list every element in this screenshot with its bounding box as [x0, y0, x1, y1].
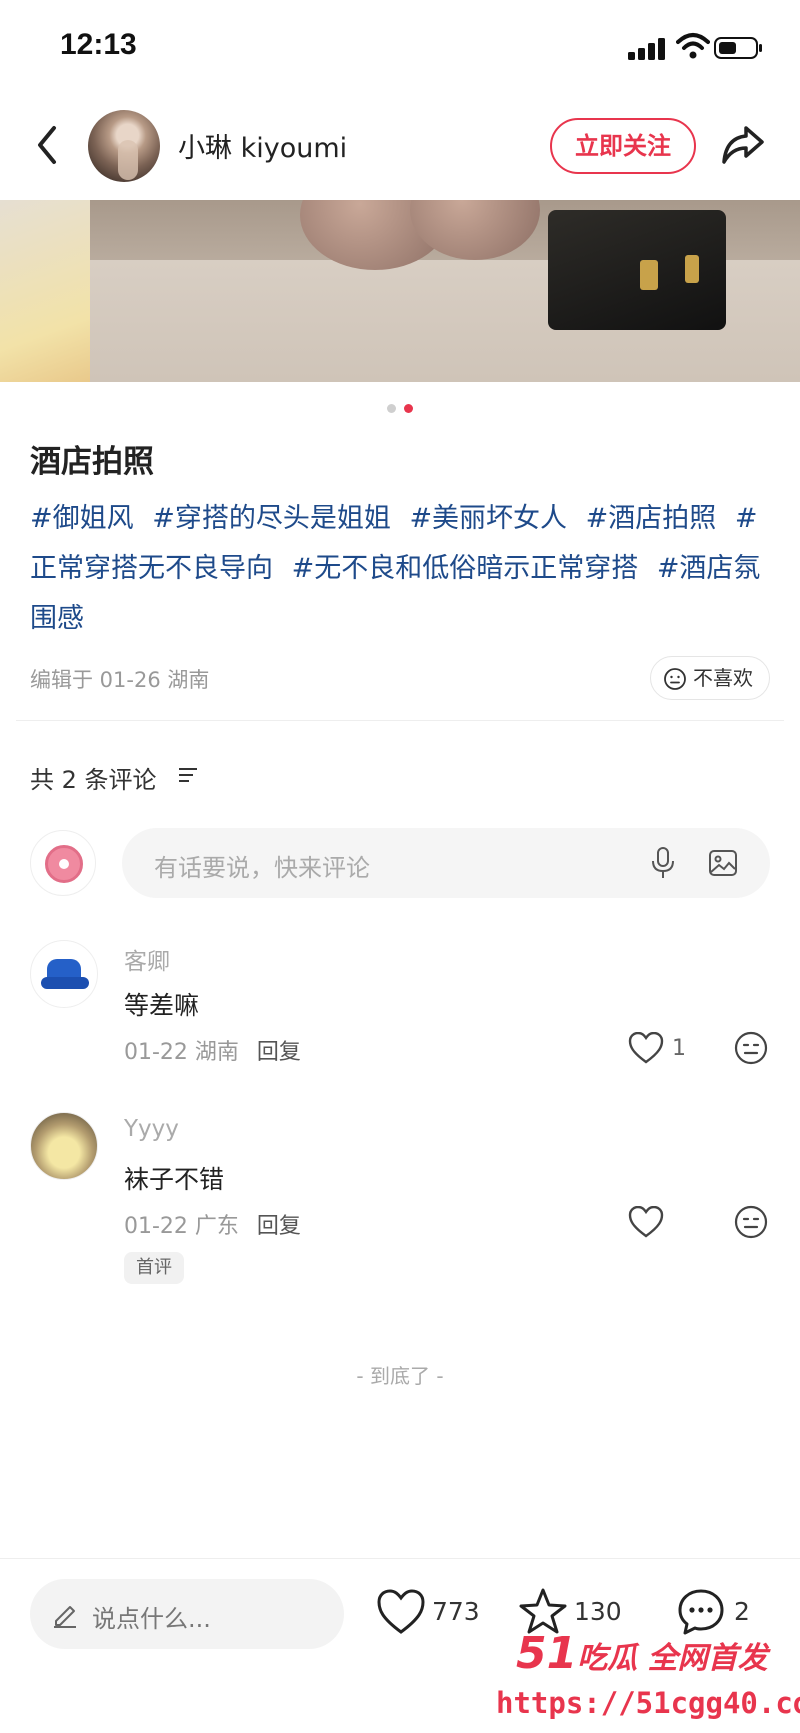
- watermark: 51吃瓜 全网首发 https://51cgg40.com: [496, 1628, 800, 1728]
- watermark-url: https://51cgg40.com: [496, 1686, 800, 1720]
- pen-icon: [54, 1606, 76, 1628]
- end-of-list: - 到底了 -: [356, 1364, 444, 1388]
- carousel-indicator: [0, 398, 800, 413]
- heart-icon[interactable]: [628, 1032, 664, 1064]
- share-icon[interactable]: [720, 124, 766, 166]
- post-title: 酒店拍照: [30, 444, 154, 480]
- dislike-button[interactable]: 不喜欢: [650, 656, 770, 700]
- comment-text[interactable]: 等差嘛: [124, 986, 199, 1022]
- comment-meta: 01-22 广东 回复: [124, 1208, 301, 1240]
- sort-icon[interactable]: [178, 766, 198, 784]
- status-bar: 12:13: [0, 0, 800, 90]
- commenter-name[interactable]: Yyyy: [124, 1116, 179, 1142]
- heart-icon[interactable]: [628, 1206, 664, 1238]
- neutral-face-icon[interactable]: [734, 1205, 768, 1239]
- carousel-dot-active[interactable]: [404, 404, 413, 413]
- hashtag[interactable]: #穿搭的尽头是姐姐: [152, 503, 391, 534]
- my-avatar: [30, 830, 96, 896]
- commenter-avatar[interactable]: [30, 1112, 98, 1180]
- post-tags: #御姐风 #穿搭的尽头是姐姐 #美丽坏女人 #酒店拍照 #正常穿搭无不良导向 #…: [30, 494, 775, 644]
- status-time: 12:13: [60, 28, 137, 61]
- neutral-face-icon[interactable]: [734, 1031, 768, 1065]
- image-icon[interactable]: [708, 848, 738, 878]
- watermark-title: 51吃瓜 全网首发: [516, 1628, 768, 1679]
- post-edit-meta: 编辑于 01-26 湖南: [30, 668, 210, 692]
- battery-icon: [714, 37, 762, 59]
- comments-count: 共 2 条评论: [30, 766, 157, 794]
- comment-input[interactable]: 有话要说，快来评论: [122, 828, 770, 898]
- back-arrow-icon[interactable]: [30, 122, 66, 168]
- say-something-input[interactable]: 说点什么...: [30, 1579, 344, 1649]
- neutral-face-icon: [664, 668, 686, 690]
- comment-date-location: 01-22 广东: [124, 1214, 239, 1239]
- author-name[interactable]: 小琳 kiyoumi: [178, 126, 347, 165]
- dislike-label: 不喜欢: [693, 666, 753, 690]
- first-comment-badge: 首评: [124, 1252, 184, 1284]
- divider: [16, 720, 784, 721]
- reply-button[interactable]: 回复: [257, 1040, 301, 1065]
- wifi-icon: [676, 33, 710, 59]
- post-header: 小琳 kiyoumi 立即关注: [0, 96, 800, 196]
- say-something-placeholder: 说点什么...: [92, 1605, 211, 1633]
- carousel-dot[interactable]: [387, 404, 396, 413]
- cellular-signal-icon: [628, 38, 665, 60]
- comment-date-location: 01-22 湖南: [124, 1040, 239, 1065]
- hashtag[interactable]: #酒店拍照: [586, 503, 717, 534]
- hashtag[interactable]: #美丽坏女人: [409, 503, 567, 534]
- comment-like-count: 1: [672, 1036, 686, 1061]
- comment-input-placeholder: 有话要说，快来评论: [154, 854, 370, 882]
- donut-avatar-icon: [45, 845, 83, 883]
- commenter-name[interactable]: 客卿: [124, 942, 170, 976]
- hashtag[interactable]: #御姐风: [30, 503, 134, 534]
- hashtag[interactable]: #无不良和低俗暗示正常穿搭: [292, 553, 639, 584]
- follow-button[interactable]: 立即关注: [550, 118, 696, 174]
- commenter-avatar[interactable]: [30, 940, 98, 1008]
- like-count: 773: [432, 1597, 480, 1626]
- like-heart-icon[interactable]: [376, 1589, 426, 1635]
- microphone-icon[interactable]: [650, 846, 676, 880]
- comment-text[interactable]: 袜子不错: [124, 1160, 224, 1196]
- reply-button[interactable]: 回复: [257, 1214, 301, 1239]
- comment-meta: 01-22 湖南 回复: [124, 1034, 301, 1066]
- collect-count: 130: [574, 1597, 622, 1626]
- author-avatar[interactable]: [88, 110, 160, 182]
- post-image[interactable]: [0, 200, 800, 382]
- comment-count: 2: [734, 1597, 750, 1626]
